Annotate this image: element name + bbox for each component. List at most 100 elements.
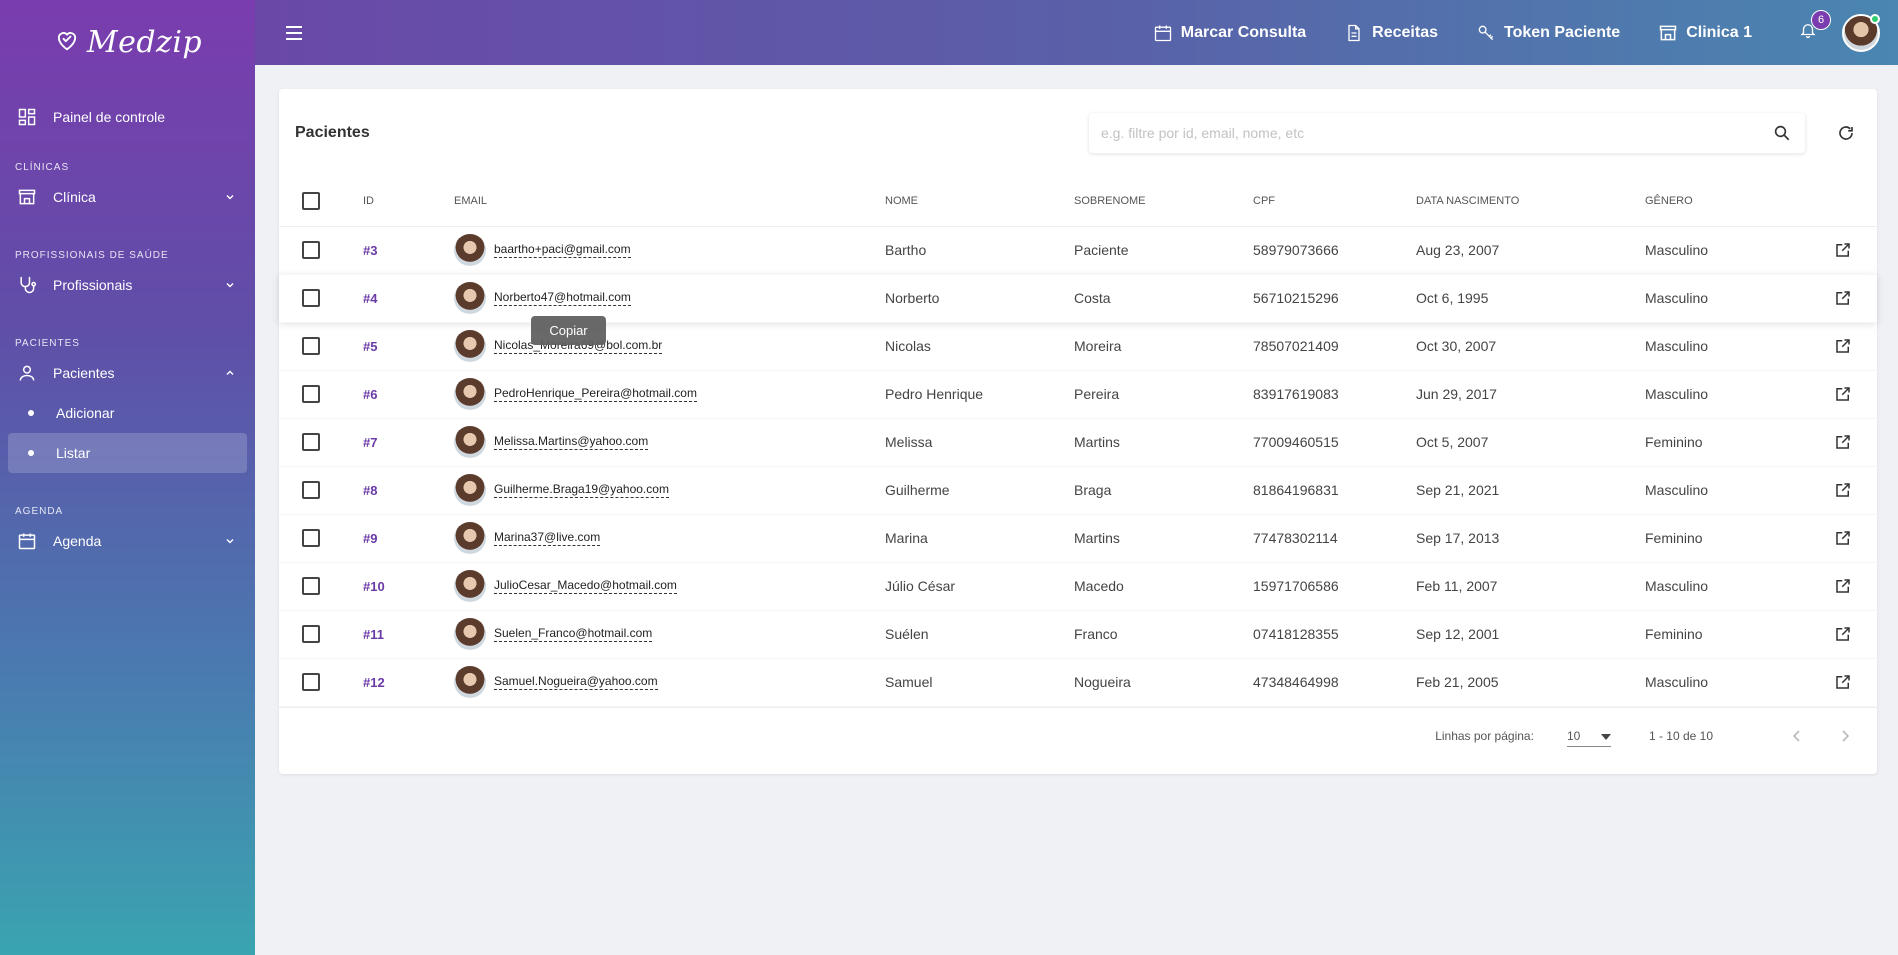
open-in-new-icon[interactable] xyxy=(1833,576,1853,596)
patient-email[interactable]: Samuel.Nogueira@yahoo.com xyxy=(494,674,658,690)
col-header-cpf[interactable]: CPF xyxy=(1253,176,1416,227)
col-header-id[interactable]: ID xyxy=(363,176,454,227)
patient-email[interactable]: PedroHenrique_Pereira@hotmail.com xyxy=(494,386,697,402)
sidebar-item-agenda[interactable]: Agenda xyxy=(0,521,255,561)
email-cell: Samuel.Nogueira@yahoo.com xyxy=(454,666,885,698)
logo[interactable]: Medzip xyxy=(0,0,255,84)
patient-id-link[interactable]: #4 xyxy=(363,291,377,306)
table-row[interactable]: #5 Nicolas_Moreira69@bol.com.br Nicolas Mor… xyxy=(279,322,1877,371)
section-pacientes: PACIENTES xyxy=(15,338,80,349)
patient-id-link[interactable]: #9 xyxy=(363,531,377,546)
table-row[interactable]: #3 baartho+paci@gmail.com Bartho Paciente 58… xyxy=(279,226,1877,275)
calendar-icon xyxy=(1153,23,1173,43)
table-row[interactable]: #10 JulioCesar_Macedo@hotmail.com Júlio Cé… xyxy=(279,562,1877,611)
sidebar-item-pacientes[interactable]: Pacientes xyxy=(0,353,255,393)
marcar-consulta-button[interactable]: Marcar Consulta xyxy=(1153,23,1306,43)
patient-id-link[interactable]: #8 xyxy=(363,483,377,498)
patient-id-link[interactable]: #6 xyxy=(363,387,377,402)
clinica-selector[interactable]: Clinica 1 xyxy=(1658,23,1752,43)
patient-id-link[interactable]: #10 xyxy=(363,579,385,594)
person-icon xyxy=(16,362,38,384)
patients-card: Pacientes ID EMAIL NOME SOBRENOME CPF DA… xyxy=(279,89,1877,774)
col-header-nome[interactable]: NOME xyxy=(885,176,1074,227)
open-in-new-icon[interactable] xyxy=(1833,240,1853,260)
table-row[interactable]: #4 Norberto47@hotmail.com Norberto Costa 567… xyxy=(279,274,1877,323)
patient-email[interactable]: JulioCesar_Macedo@hotmail.com xyxy=(494,578,677,594)
heart-stethoscope-icon xyxy=(53,26,81,59)
table-row[interactable]: #6 PedroHenrique_Pereira@hotmail.com Pedro… xyxy=(279,370,1877,419)
patient-genero: Masculino xyxy=(1645,322,1808,371)
row-checkbox[interactable] xyxy=(302,673,320,691)
patient-nome: Guilherme xyxy=(885,466,1074,515)
sidebar-subitem-listar[interactable]: Listar xyxy=(8,433,247,473)
row-checkbox[interactable] xyxy=(302,289,320,307)
sidebar-item-dashboard[interactable]: Painel de controle xyxy=(0,97,255,137)
row-checkbox[interactable] xyxy=(302,481,320,499)
row-checkbox[interactable] xyxy=(302,385,320,403)
col-header-email[interactable]: EMAIL xyxy=(454,176,885,227)
sidebar-item-clinica[interactable]: Clínica xyxy=(0,177,255,217)
row-checkbox[interactable] xyxy=(302,625,320,643)
col-header-genero[interactable]: GÊNERO xyxy=(1645,176,1808,227)
patient-sobrenome: Franco xyxy=(1074,610,1253,659)
col-header-sobrenome[interactable]: SOBRENOME xyxy=(1074,176,1253,227)
patient-genero: Feminino xyxy=(1645,418,1808,467)
patient-email[interactable]: Marina37@live.com xyxy=(494,530,601,546)
clinica-label: Clinica 1 xyxy=(1686,23,1752,41)
patient-email[interactable]: Melissa.Martins@yahoo.com xyxy=(494,434,649,450)
prev-page-button[interactable] xyxy=(1785,724,1809,748)
patient-id-link[interactable]: #11 xyxy=(363,627,384,642)
open-in-new-icon[interactable] xyxy=(1833,336,1853,356)
patient-nome: Melissa xyxy=(885,418,1074,467)
row-checkbox[interactable] xyxy=(302,577,320,595)
user-avatar[interactable] xyxy=(1842,13,1880,52)
email-cell: Suelen_Franco@hotmail.com xyxy=(454,618,885,650)
patient-email[interactable]: Suelen_Franco@hotmail.com xyxy=(494,626,653,642)
table-row[interactable]: #9 Marina37@live.com Marina Martins 77478302… xyxy=(279,514,1877,563)
patient-email[interactable]: baartho+paci@gmail.com xyxy=(494,242,631,258)
open-in-new-icon[interactable] xyxy=(1833,432,1853,452)
table-row[interactable]: #8 Guilherme.Braga19@yahoo.com Guilherme Br… xyxy=(279,466,1877,515)
patient-sobrenome: Paciente xyxy=(1074,226,1253,275)
patient-id-link[interactable]: #7 xyxy=(363,435,377,450)
row-checkbox[interactable] xyxy=(302,337,320,355)
table-header-row: ID EMAIL NOME SOBRENOME CPF DATA NASCIME… xyxy=(279,176,1877,227)
row-checkbox[interactable] xyxy=(302,529,320,547)
patient-id-link[interactable]: #5 xyxy=(363,339,377,354)
sidebar-item-profissionais[interactable]: Profissionais xyxy=(0,265,255,305)
table-row[interactable]: #12 Samuel.Nogueira@yahoo.com Samuel Noguei… xyxy=(279,658,1877,707)
token-paciente-button[interactable]: Token Paciente xyxy=(1476,23,1620,43)
notifications-button[interactable]: 6 xyxy=(1796,9,1831,45)
next-page-button[interactable] xyxy=(1833,724,1857,748)
open-in-new-icon[interactable] xyxy=(1833,384,1853,404)
patient-email[interactable]: Guilherme.Braga19@yahoo.com xyxy=(494,482,669,498)
email-cell: Norberto47@hotmail.com xyxy=(454,282,885,314)
search-icon[interactable] xyxy=(1771,122,1793,144)
open-in-new-icon[interactable] xyxy=(1833,624,1853,644)
row-checkbox[interactable] xyxy=(302,433,320,451)
receitas-button[interactable]: Receitas xyxy=(1344,23,1438,43)
patient-email[interactable]: Norberto47@hotmail.com xyxy=(494,290,631,306)
patient-genero: Masculino xyxy=(1645,658,1808,707)
patient-id-link[interactable]: #3 xyxy=(363,243,377,258)
select-all-checkbox[interactable] xyxy=(302,191,320,210)
open-in-new-icon[interactable] xyxy=(1833,672,1853,692)
col-header-nascimento[interactable]: DATA NASCIMENTO xyxy=(1416,176,1645,227)
open-in-new-icon[interactable] xyxy=(1833,288,1853,308)
search-input[interactable] xyxy=(1101,124,1771,141)
table-row[interactable]: #7 Melissa.Martins@yahoo.com Melissa Martin… xyxy=(279,418,1877,467)
patient-id-link[interactable]: #12 xyxy=(363,675,385,690)
patient-nascimento: Feb 11, 2007 xyxy=(1416,562,1645,611)
sidebar-item-label: Profissionais xyxy=(53,277,133,293)
open-in-new-icon[interactable] xyxy=(1833,528,1853,548)
menu-icon[interactable] xyxy=(283,22,305,44)
sidebar-subitem-adicionar[interactable]: Adicionar xyxy=(8,393,247,433)
section-agenda: AGENDA xyxy=(15,506,64,517)
table-row[interactable]: #11 Suelen_Franco@hotmail.com Suélen Franco… xyxy=(279,610,1877,659)
rows-per-page-select[interactable]: 10 xyxy=(1566,725,1611,747)
open-in-new-icon[interactable] xyxy=(1833,480,1853,500)
refresh-icon[interactable] xyxy=(1835,122,1857,144)
sidebar-subitem-label: Listar xyxy=(56,445,91,461)
row-checkbox[interactable] xyxy=(302,241,320,259)
patient-avatar xyxy=(454,282,486,314)
